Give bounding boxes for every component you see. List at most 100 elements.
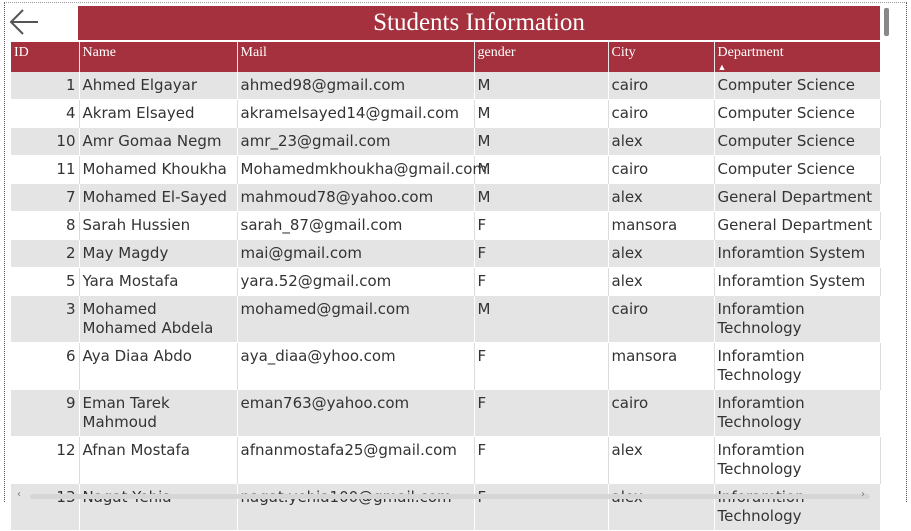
cell-name: Yara Mostafa: [79, 267, 238, 296]
cell-gender: F: [474, 267, 609, 296]
table-row[interactable]: 11 Mohamed Khoukha Mohamedmkhoukha@gmail.c…: [11, 155, 881, 184]
cell-city: cairo: [608, 99, 715, 128]
cell-gender: M: [474, 295, 609, 343]
cell-mail: mohamed@gmail.com: [237, 295, 475, 343]
cell-mail: amr_23@gmail.com: [237, 127, 475, 156]
cell-gender: F: [474, 239, 609, 268]
cell-gender: M: [474, 72, 609, 100]
cell-department: Computer Science: [714, 99, 881, 128]
cell-city: alex: [608, 127, 715, 156]
cell-id: 4: [11, 99, 80, 128]
vertical-scrollbar[interactable]: [884, 8, 889, 36]
horizontal-scrollbar[interactable]: [30, 494, 870, 499]
column-header-department-label: Department: [717, 45, 784, 60]
table-row[interactable]: 6 Aya Diaa Abdo aya_diaa@yhoo.com Fmansora I…: [11, 342, 881, 390]
cell-name: Ahmed Elgayar: [79, 72, 238, 100]
cell-id: 5: [11, 267, 80, 296]
table-row[interactable]: 2 May Magdy mai@gmail.com Falex Inforamtion …: [11, 239, 881, 268]
sort-ascending-icon: ▲: [717, 62, 727, 72]
cell-mail: Mohamedmkhoukha@gmail.com: [237, 155, 487, 184]
cell-id: 1: [11, 72, 80, 100]
cell-department: Computer Science: [714, 155, 881, 184]
cell-gender: F: [474, 389, 609, 437]
page-title: Students Information: [78, 6, 880, 40]
table-row[interactable]: 1 Ahmed Elgayar ahmed98@gmail.com Mcairo Com…: [11, 72, 881, 100]
table-row[interactable]: 9 Eman Tarek Mahmoud eman763@yahoo.com Fcai…: [11, 389, 881, 437]
column-header-name[interactable]: Name: [79, 42, 238, 72]
table-row[interactable]: 10 Amr Gomaa Negm amr_23@gmail.com Malex Com…: [11, 127, 881, 156]
cell-name: Mohamed Mohamed Abdela: [79, 295, 238, 343]
table-header-row: ID Name Mail gender City Department ▲: [11, 42, 880, 72]
cell-id: 7: [11, 183, 80, 212]
table-row[interactable]: 3 Mohamed Mohamed Abdela mohamed@gmail.com…: [11, 295, 881, 343]
cell-city: mansora: [608, 342, 715, 390]
column-header-city[interactable]: City: [608, 42, 715, 72]
column-header-mail[interactable]: Mail: [237, 42, 475, 72]
arrow-left-icon: [9, 9, 38, 35]
cell-city: cairo: [608, 295, 715, 343]
cell-department: Inforamtion Technology: [714, 295, 881, 343]
column-header-gender[interactable]: gender: [474, 42, 609, 72]
cell-mail: mahmoud78@yahoo.com: [237, 183, 475, 212]
cell-id: 11: [11, 155, 80, 184]
cell-mail: ahmed98@gmail.com: [237, 72, 475, 100]
cell-gender: M: [474, 127, 609, 156]
students-table-container: ID Name Mail gender City Department ▲ 1A…: [11, 42, 881, 531]
cell-city: alex: [608, 239, 715, 268]
cell-department: Inforamtion System: [714, 267, 881, 296]
cell-mail: akramelsayed14@gmail.com: [237, 99, 475, 128]
table-row[interactable]: 4 Akram Elsayed akramelsayed14@gmail.com Mc…: [11, 99, 881, 128]
table-row[interactable]: 5 Yara Mostafa yara.52@gmail.com Falex Infor…: [11, 267, 881, 296]
cell-city: alex: [608, 267, 715, 296]
cell-city: alex: [608, 436, 715, 484]
cell-id: 12: [11, 436, 80, 484]
students-table: ID Name Mail gender City Department ▲ 1A…: [11, 42, 881, 531]
cell-name: Nagat Yehia: [79, 483, 238, 531]
scroll-left-icon[interactable]: ‹: [17, 489, 21, 500]
scroll-right-icon[interactable]: ›: [861, 489, 865, 500]
cell-department: General Department: [714, 183, 881, 212]
cell-id: 6: [11, 342, 80, 390]
cell-id: 8: [11, 211, 80, 240]
cell-city: alex: [608, 183, 715, 212]
cell-name: Aya Diaa Abdo: [79, 342, 238, 390]
cell-id: 13: [11, 483, 80, 531]
cell-mail: yara.52@gmail.com: [237, 267, 475, 296]
cell-name: Mohamed Khoukha: [79, 155, 238, 184]
cell-gender: F: [474, 342, 609, 390]
cell-id: 9: [11, 389, 80, 437]
cell-mail: eman763@yahoo.com: [237, 389, 475, 437]
cell-id: 2: [11, 239, 80, 268]
cell-department: Inforamtion Technology: [714, 389, 881, 437]
cell-city: alex: [608, 483, 715, 531]
cell-department: Inforamtion Technology: [714, 483, 881, 531]
cell-mail: aya_diaa@yhoo.com: [237, 342, 475, 390]
column-header-id[interactable]: ID: [11, 42, 80, 72]
back-button[interactable]: [8, 6, 42, 40]
cell-gender: M: [474, 183, 609, 212]
cell-gender: F: [474, 211, 609, 240]
cell-department: Inforamtion Technology: [714, 342, 881, 390]
cell-mail: mai@gmail.com: [237, 239, 475, 268]
cell-city: mansora: [608, 211, 715, 240]
cell-name: Afnan Mostafa: [79, 436, 238, 484]
cell-id: 10: [11, 127, 80, 156]
table-row[interactable]: 7 Mohamed El-Sayed mahmoud78@yahoo.com Male…: [11, 183, 881, 212]
cell-mail: sarah_87@gmail.com: [237, 211, 475, 240]
cell-department: General Department: [714, 211, 881, 240]
cell-name: Sarah Hussien: [79, 211, 238, 240]
cell-city: cairo: [608, 389, 715, 437]
cell-name: Eman Tarek Mahmoud: [79, 389, 238, 437]
cell-department: Inforamtion Technology: [714, 436, 881, 484]
column-header-department[interactable]: Department ▲: [714, 42, 880, 72]
cell-name: Amr Gomaa Negm: [79, 127, 238, 156]
cell-name: Akram Elsayed: [79, 99, 238, 128]
cell-department: Inforamtion System: [714, 239, 881, 268]
table-row[interactable]: 12 Afnan Mostafa afnanmostafa25@gmail.com F…: [11, 436, 881, 484]
cell-gender: M: [474, 99, 609, 128]
table-row[interactable]: 13Nagat Yehianagat.yehia100@gmail.comFal…: [11, 483, 881, 531]
table-row[interactable]: 8 Sarah Hussien sarah_87@gmail.com Fmansora…: [11, 211, 881, 240]
cell-mail: afnanmostafa25@gmail.com: [237, 436, 475, 484]
cell-department: Computer Science: [714, 72, 881, 100]
cell-mail: nagat.yehia100@gmail.com: [237, 483, 475, 531]
